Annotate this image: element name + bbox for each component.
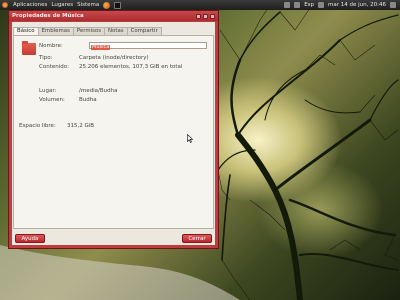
firefox-launcher-icon[interactable] [103,1,111,9]
maximize-icon[interactable] [203,13,208,19]
tab-share[interactable]: Compartir [126,27,162,35]
keyboard-layout-indicator[interactable]: Esp [304,0,314,10]
tab-emblems[interactable]: Emblemas [37,27,74,35]
window-titlebar[interactable]: Propiedades de Música [9,11,218,21]
properties-window: Propiedades de Música Básico Emblemas Pe… [8,10,219,249]
menu-applications[interactable]: Aplicaciones [13,0,47,10]
menu-system[interactable]: Sistema [77,0,99,10]
folder-icon [22,41,36,55]
type-label: Tipo: [39,55,53,61]
type-value: Carpeta (inode/directory) [79,55,149,61]
content-value: 25.206 elementos, 107,3 GiB en total [79,64,183,70]
volume-label: Volumen: [39,97,65,103]
volume-value: Budha [79,97,97,103]
location-value: /media/Budha [79,88,118,94]
tab-notes[interactable]: Notas [104,27,128,35]
volume-icon[interactable] [318,2,325,8]
free-space-row: Espacio libre: 315,2 GiB [19,123,94,129]
name-row: Nombre: [39,43,79,49]
name-input[interactable]: Música [89,42,207,50]
name-input-value: Música [91,44,111,50]
help-button[interactable]: Ayuda [15,234,45,243]
location-label: Lugar: [39,88,57,94]
content-row: Contenido: 25.206 elementos, 107,3 GiB en… [39,64,182,70]
type-row: Tipo: Carpeta (inode/directory) [39,55,149,61]
location-row: Lugar: /media/Budha [39,88,117,94]
power-icon[interactable] [390,2,396,8]
window-title: Propiedades de Música [12,13,84,19]
name-label: Nombre: [39,43,63,49]
close-window-icon[interactable] [210,13,215,19]
clock[interactable]: mar 14 de jun, 20:46 [328,0,386,10]
close-button[interactable]: Cerrar [182,234,212,243]
volume-row: Volumen: Budha [39,97,97,103]
network-icon[interactable] [284,2,291,8]
basic-tab-page: Nombre: Música Tipo: Carpeta (inode/direc… [13,35,214,229]
minimize-icon[interactable] [196,13,201,19]
mouse-pointer-icon [187,134,193,143]
tab-bar: Básico Emblemas Permisos Notas Compartir [13,27,162,36]
mail-icon[interactable] [294,2,301,8]
menu-places[interactable]: Lugares [51,0,73,10]
ubuntu-logo-icon[interactable] [2,2,8,8]
top-panel: Aplicaciones Lugares Sistema Esp mar 14 … [0,0,400,10]
tab-permissions[interactable]: Permisos [72,27,106,35]
free-space-value: 315,2 GiB [67,123,95,129]
terminal-launcher-icon[interactable] [114,1,122,9]
free-space-label: Espacio libre: [19,123,56,129]
content-label: Contenido: [39,64,69,70]
